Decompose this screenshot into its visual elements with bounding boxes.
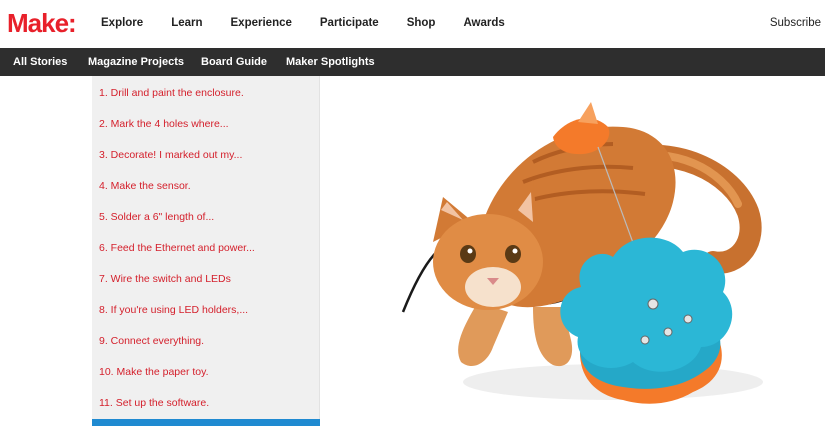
project-photo (383, 82, 778, 412)
step-link-8[interactable]: 8. If you're using LED holders,... (99, 304, 248, 317)
toy-led-1 (647, 298, 659, 310)
step-link-10[interactable]: 10. Make the paper toy. (99, 366, 209, 379)
nav-learn[interactable]: Learn (171, 16, 202, 30)
sub-nav: All Stories Magazine Projects Board Guid… (0, 48, 825, 76)
make-logo[interactable]: Make: (7, 7, 77, 39)
nav-participate[interactable]: Participate (320, 16, 379, 30)
nav-awards[interactable]: Awards (463, 16, 504, 30)
toy-led-3 (663, 327, 673, 337)
subnav-magazine-projects[interactable]: Magazine Projects (88, 56, 184, 69)
step-link-2[interactable]: 2. Mark the 4 holes where... (99, 118, 229, 131)
step-link-6[interactable]: 6. Feed the Ethernet and power... (99, 242, 255, 255)
cat-eye-right (505, 245, 521, 263)
step-link-1[interactable]: 1. Drill and paint the enclosure. (99, 87, 244, 100)
nav-explore[interactable]: Explore (101, 16, 143, 30)
subnav-maker-spotlights[interactable]: Maker Spotlights (286, 56, 375, 69)
cat-leg-left (458, 302, 508, 367)
subscribe-link[interactable]: Subscribe (770, 16, 821, 30)
active-step-indicator[interactable] (92, 419, 320, 426)
cat-eye-left (460, 245, 476, 263)
step-link-5[interactable]: 5. Solder a 6" length of... (99, 211, 214, 224)
step-link-4[interactable]: 4. Make the sensor. (99, 180, 191, 193)
nav-experience[interactable]: Experience (231, 16, 292, 30)
subnav-all-stories[interactable]: All Stories (13, 56, 67, 69)
step-link-9[interactable]: 9. Connect everything. (99, 335, 204, 348)
step-link-3[interactable]: 3. Decorate! I marked out my... (99, 149, 242, 162)
toy-led-2 (683, 314, 693, 324)
subnav-board-guide[interactable]: Board Guide (201, 56, 267, 69)
toy-switch (640, 335, 650, 345)
step-link-11[interactable]: 11. Set up the software. (99, 397, 209, 410)
steps-list: 1. Drill and paint the enclosure. 2. Mar… (92, 76, 320, 426)
cat-with-toy-photo (401, 102, 763, 404)
main-nav: Explore Learn Experience Participate Sho… (101, 16, 533, 30)
site-header: Make: Explore Learn Experience Participa… (0, 0, 825, 48)
nav-shop[interactable]: Shop (407, 16, 436, 30)
step-link-7[interactable]: 7. Wire the switch and LEDs (99, 273, 231, 286)
